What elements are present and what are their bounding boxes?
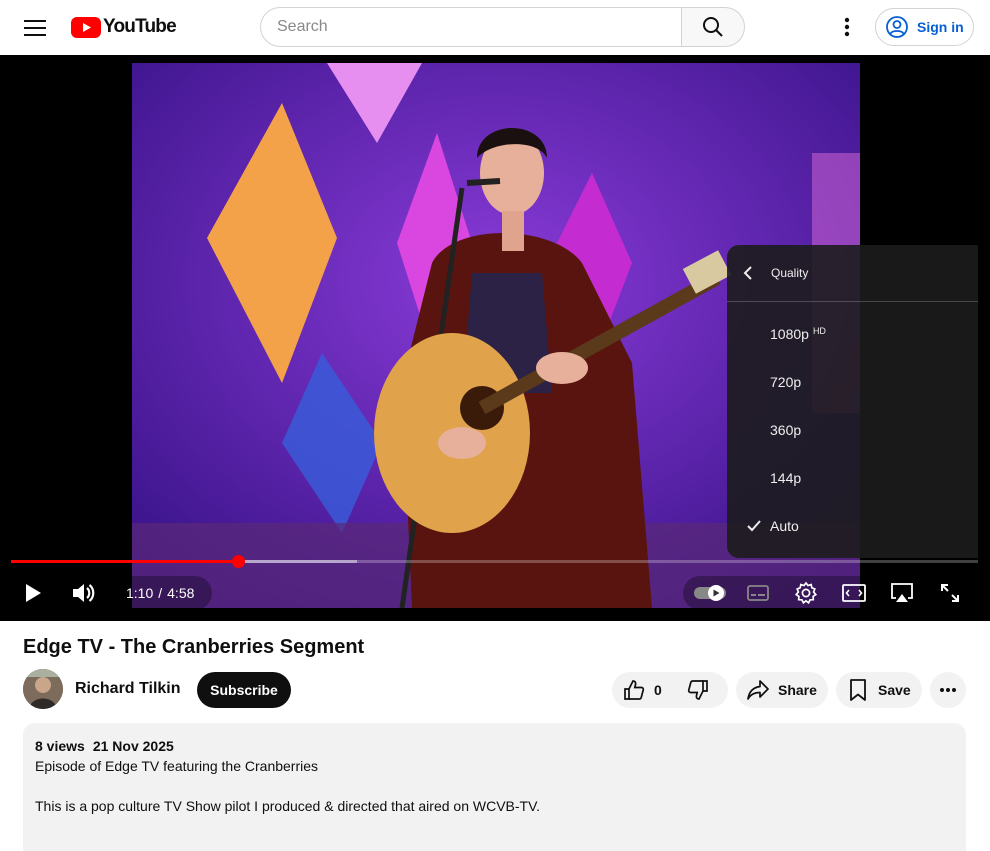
save-label: Save (878, 682, 911, 698)
progress-bar[interactable] (11, 555, 978, 568)
search-input[interactable] (261, 8, 682, 46)
dislike-button[interactable] (675, 672, 728, 708)
right-controls (683, 576, 978, 610)
description-meta: 8 views 21 Nov 2025 (35, 738, 954, 754)
sign-in-label: Sign in (917, 19, 964, 35)
menu-button[interactable] (22, 15, 48, 41)
quality-option-720p[interactable]: 720p (727, 358, 978, 406)
play-button[interactable] (18, 578, 48, 608)
autoplay-toggle-icon (694, 585, 726, 601)
fullscreen-icon (941, 584, 959, 602)
share-button[interactable]: Share (736, 672, 828, 708)
avatar-image (23, 669, 63, 709)
masthead: YouTube Sign in (0, 0, 990, 55)
settings-more-button[interactable] (834, 14, 860, 40)
more-horiz-icon (940, 688, 956, 692)
search-box (260, 7, 682, 47)
quality-option-label: 1080p (770, 326, 809, 342)
quality-menu-title: Quality (771, 266, 809, 280)
time-separator: / (158, 585, 163, 601)
like-button[interactable]: 0 (612, 672, 675, 708)
channel-name[interactable]: Richard Tilkin (75, 680, 181, 698)
time-display: 1:10 / 4:58 (108, 576, 213, 610)
quality-option-360p[interactable]: 360p (727, 406, 978, 454)
subtitles-button[interactable] (744, 578, 772, 608)
like-count: 0 (654, 682, 662, 698)
description-box[interactable]: 8 views 21 Nov 2025 Episode of Edge TV fe… (23, 723, 966, 851)
miniplayer-button[interactable] (840, 578, 868, 608)
quality-back-button[interactable]: Quality (727, 245, 978, 302)
sign-in-button[interactable]: Sign in (875, 8, 974, 46)
quality-option-auto[interactable]: Auto (727, 502, 978, 550)
quality-option-label: 144p (770, 470, 802, 486)
volume-icon (73, 584, 95, 602)
quality-options: 1080p HD 720p 360p 144p Auto (727, 302, 978, 550)
thumbs-down-icon (687, 680, 708, 700)
menu-icon (24, 20, 46, 36)
subtitles-icon (747, 585, 769, 601)
more-actions-button[interactable] (930, 672, 966, 708)
current-time: 1:10 (126, 585, 154, 601)
more-vert-icon (844, 17, 850, 37)
play-icon (26, 584, 41, 602)
quality-option-144p[interactable]: 144p (727, 454, 978, 502)
video-title: Edge TV - The Cranberries Segment (23, 636, 365, 658)
subscribe-button[interactable]: Subscribe (197, 672, 291, 708)
channel-avatar[interactable] (23, 669, 63, 709)
hd-badge: HD (812, 326, 826, 336)
quality-option-1080p[interactable]: 1080p HD (727, 310, 978, 358)
search-icon (703, 17, 723, 37)
logo-text: YouTube (103, 16, 177, 37)
quality-option-label: Auto (770, 518, 799, 534)
share-icon (747, 680, 769, 700)
gear-icon (794, 581, 818, 605)
airplay-icon (891, 583, 913, 602)
account-icon (886, 16, 908, 38)
youtube-logo[interactable]: YouTube (71, 16, 177, 38)
upload-date: 21 Nov 2025 (92, 738, 174, 754)
youtube-logo-icon (71, 16, 101, 38)
quality-menu: Quality 1080p HD 720p 360p 144p Auto (727, 245, 978, 558)
share-label: Share (778, 682, 817, 698)
thumbs-up-icon (624, 680, 645, 700)
description-line-2: This is a pop culture TV Show pilot I pr… (35, 798, 541, 814)
mute-button[interactable] (68, 578, 98, 608)
check-icon (747, 520, 761, 532)
airplay-button[interactable] (888, 578, 916, 608)
bookmark-icon (850, 679, 866, 701)
description-line-1: Episode of Edge TV featuring the Cranber… (35, 758, 319, 774)
fullscreen-button[interactable] (936, 578, 964, 608)
save-button[interactable]: Save (836, 672, 922, 708)
duration: 4:58 (167, 585, 195, 601)
search-button[interactable] (681, 7, 745, 47)
video-player[interactable]: 1:10 / 4:58 Quality 1080p HD 720p 360p 1… (0, 55, 990, 621)
progress-played (11, 560, 239, 563)
settings-button[interactable] (792, 578, 820, 608)
quality-option-label: 360p (770, 422, 802, 438)
quality-option-label: 720p (770, 374, 802, 390)
view-count: 8 views (35, 738, 85, 754)
miniplayer-icon (842, 584, 866, 602)
chevron-left-icon (743, 266, 752, 280)
autoplay-toggle[interactable] (694, 578, 726, 608)
